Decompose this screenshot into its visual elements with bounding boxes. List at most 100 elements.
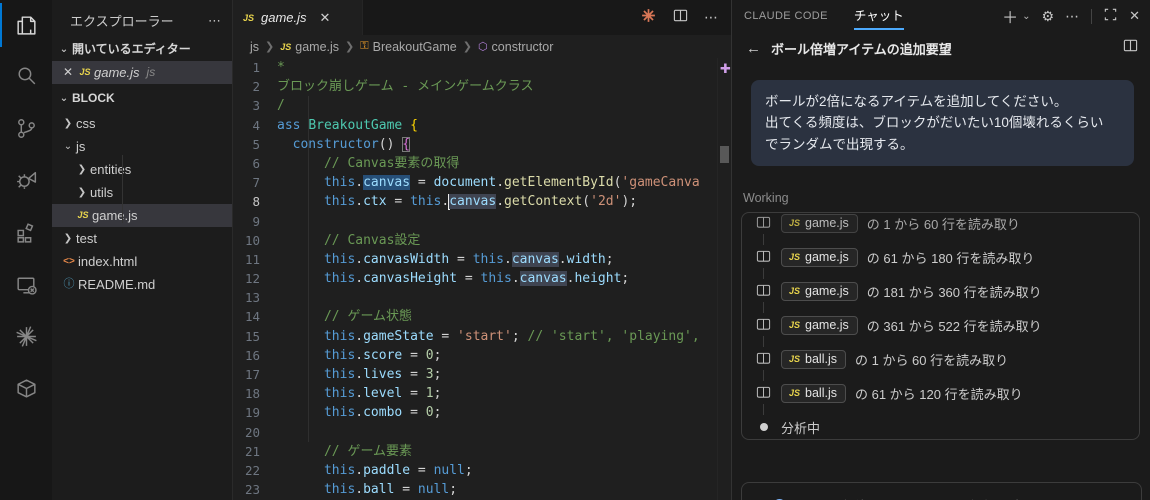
open-editor-label: game.js [94, 65, 140, 80]
read-file-icon [756, 317, 772, 333]
tree-item-label: js [76, 139, 86, 154]
chevron-down-icon[interactable]: ⌄ [1022, 11, 1030, 22]
tree-item-utils[interactable]: ❯ utils [52, 181, 232, 204]
source-control-icon[interactable] [0, 104, 52, 152]
code-line-5[interactable]: 5 constructor() { [233, 135, 719, 154]
code-line-9[interactable]: 9 [233, 212, 719, 231]
file-chip-game-js[interactable]: JS game.js [781, 247, 858, 267]
overview-ruler[interactable]: ✚ [717, 58, 731, 500]
chevron-right-icon: ❯ [77, 187, 87, 198]
code-line-4[interactable]: 4 ass BreakoutGame { [233, 116, 719, 135]
close-panel-icon[interactable]: ✕ [1129, 8, 1140, 24]
tree-item-README-md[interactable]: ⓘ README.md [52, 273, 232, 296]
tree-item-test[interactable]: ❯ test [52, 227, 232, 250]
tab-game-js[interactable]: JS game.js ✕ [233, 0, 363, 35]
tab-chat[interactable]: チャット [853, 0, 904, 32]
file-chip-ball-js[interactable]: JS ball.js [781, 383, 846, 403]
scrollbar-thumb[interactable] [720, 146, 729, 163]
panel-more-icon[interactable]: ⋯ [1065, 8, 1080, 25]
code-line-8[interactable]: 8 this.ctx = this.canvas.getContext('2d'… [233, 192, 719, 211]
breadcrumb-item-game-js[interactable]: JS game.js [280, 40, 339, 54]
todo-list[interactable]: ❯ ボールが2倍になるアイテムの設計と追加 (1/4) ✕☰ [741, 482, 1142, 500]
extensions-icon[interactable] [0, 208, 52, 256]
working-step: JS ball.js の 61 から 120 行を読み取り [756, 370, 1125, 404]
working-step: JS game.js の 181 から 360 行を読み取り [756, 268, 1125, 302]
line-number: 5 [252, 136, 260, 152]
chevron-down-icon: ⌄ [63, 141, 73, 152]
open-editors-header[interactable]: ⌄ 開いているエディター [52, 38, 232, 61]
tree-item-js[interactable]: ⌄ js [52, 135, 232, 158]
close-icon[interactable]: ✕ [60, 61, 76, 84]
line-content: constructor() { [292, 136, 411, 152]
working-label: Working [743, 191, 789, 205]
tree-item-index-html[interactable]: <> index.html [52, 250, 232, 273]
thread-title: ボール倍増アイテムの追加要望 [771, 41, 952, 57]
remote-explorer-icon[interactable] [0, 261, 52, 309]
open-editor-game-js[interactable]: ✕ JS game.js js [52, 61, 232, 84]
file-chip-game-js[interactable]: JS game.js [781, 281, 858, 301]
code-line-2[interactable]: 2 ブロック崩しゲーム - メインゲームクラス [233, 77, 719, 96]
code-line-18[interactable]: 18 this.level = 1; [233, 384, 719, 403]
code-line-19[interactable]: 19 this.combo = 0; [233, 403, 719, 422]
working-step-text: の 61 から 180 行を読み取り [866, 250, 1035, 266]
status-dot-icon [760, 423, 768, 431]
tab-bar: JS game.js ✕ ⋯ [233, 0, 731, 35]
code-editor[interactable]: 1 * 2 ブロック崩しゲーム - メインゲームクラス 3/4 ass BreakoutG… [233, 58, 719, 500]
code-line-1[interactable]: 1 * [233, 58, 719, 77]
js-file-icon: JS [243, 12, 255, 23]
line-number: 19 [244, 405, 260, 421]
info-file-icon: ⓘ [63, 278, 75, 290]
chevron-right-icon: ❯ [63, 233, 73, 244]
code-line-6[interactable]: 6 // Canvas要素の取得 [233, 154, 719, 173]
file-chip-label: game.js [805, 249, 849, 264]
file-chip-game-js[interactable]: JS game.js [781, 315, 858, 335]
code-line-22[interactable]: 22 this.paddle = null; [233, 461, 719, 480]
code-line-17[interactable]: 17 this.lives = 3; [233, 365, 719, 384]
file-chip-game-js[interactable]: JS game.js [781, 213, 858, 233]
claude-run-icon[interactable] [640, 7, 657, 29]
run-debug-icon[interactable] [0, 156, 52, 204]
code-line-16[interactable]: 16 this.score = 0; [233, 346, 719, 365]
code-line-11[interactable]: 11 this.canvasWidth = this.canvas.width; [233, 250, 719, 269]
settings-gear-icon[interactable]: ⚙ [1042, 8, 1055, 25]
claude-icon[interactable] [0, 312, 52, 360]
explorer-sidebar: エクスプローラー ⋯ ⌄ 開いているエディター ✕ JS game.js js … [52, 0, 233, 500]
code-line-15[interactable]: 15 this.gameState = 'start'; // 'start',… [233, 327, 719, 346]
split-editor-icon[interactable] [673, 8, 688, 28]
explorer-more-icon[interactable]: ⋯ [208, 13, 222, 29]
open-in-editor-icon[interactable] [1123, 38, 1138, 58]
tree-item-game-js[interactable]: JS game.js [52, 204, 232, 227]
breadcrumb-item-BreakoutGame[interactable]: ⚿ BreakoutGame [360, 40, 456, 54]
tree-item-label: test [76, 231, 97, 246]
editor-more-icon[interactable]: ⋯ [704, 9, 719, 26]
file-chip-label: game.js [805, 283, 849, 298]
code-line-3[interactable]: 3/ [233, 96, 719, 115]
back-arrow-icon[interactable]: ← [746, 40, 761, 57]
js-file-icon: JS [79, 67, 91, 77]
code-line-21[interactable]: 21 // ゲーム要素 [233, 442, 719, 461]
code-line-23[interactable]: 23 this.ball = null; [233, 480, 719, 499]
code-line-14[interactable]: 14 // ゲーム状態 [233, 307, 719, 326]
code-line-7[interactable]: 7 this.canvas = document.getElementById(… [233, 173, 719, 192]
workspace-header[interactable]: ⌄ BLOCK [52, 87, 232, 110]
file-chip-ball-js[interactable]: JS ball.js [781, 349, 846, 369]
new-chat-icon[interactable]: ＋ [1002, 4, 1018, 28]
maximize-panel-icon[interactable] [1103, 7, 1118, 25]
breadcrumb-separator: ❯ [265, 41, 275, 53]
code-line-20[interactable]: 20 [233, 423, 719, 442]
file-chip-label: ball.js [805, 351, 837, 366]
breadcrumb-item-constructor[interactable]: ⬡ constructor [478, 40, 553, 54]
tree-item-css[interactable]: ❯ css [52, 112, 232, 135]
code-line-10[interactable]: 10 // Canvas設定 [233, 231, 719, 250]
code-line-13[interactable]: 13 [233, 288, 719, 307]
line-content: // Canvas設定 [277, 232, 421, 248]
explorer-icon[interactable] [0, 1, 52, 49]
package-box-icon[interactable] [0, 364, 52, 412]
tree-item-label: index.html [78, 254, 138, 269]
search-icon[interactable] [0, 51, 52, 99]
line-content: // ゲーム要素 [277, 443, 413, 459]
tree-item-entities[interactable]: ❯ entities [52, 158, 232, 181]
code-line-12[interactable]: 12 this.canvasHeight = this.canvas.heigh… [233, 269, 719, 288]
close-icon[interactable]: ✕ [320, 10, 331, 26]
breadcrumb-item-js[interactable]: js [250, 40, 259, 54]
